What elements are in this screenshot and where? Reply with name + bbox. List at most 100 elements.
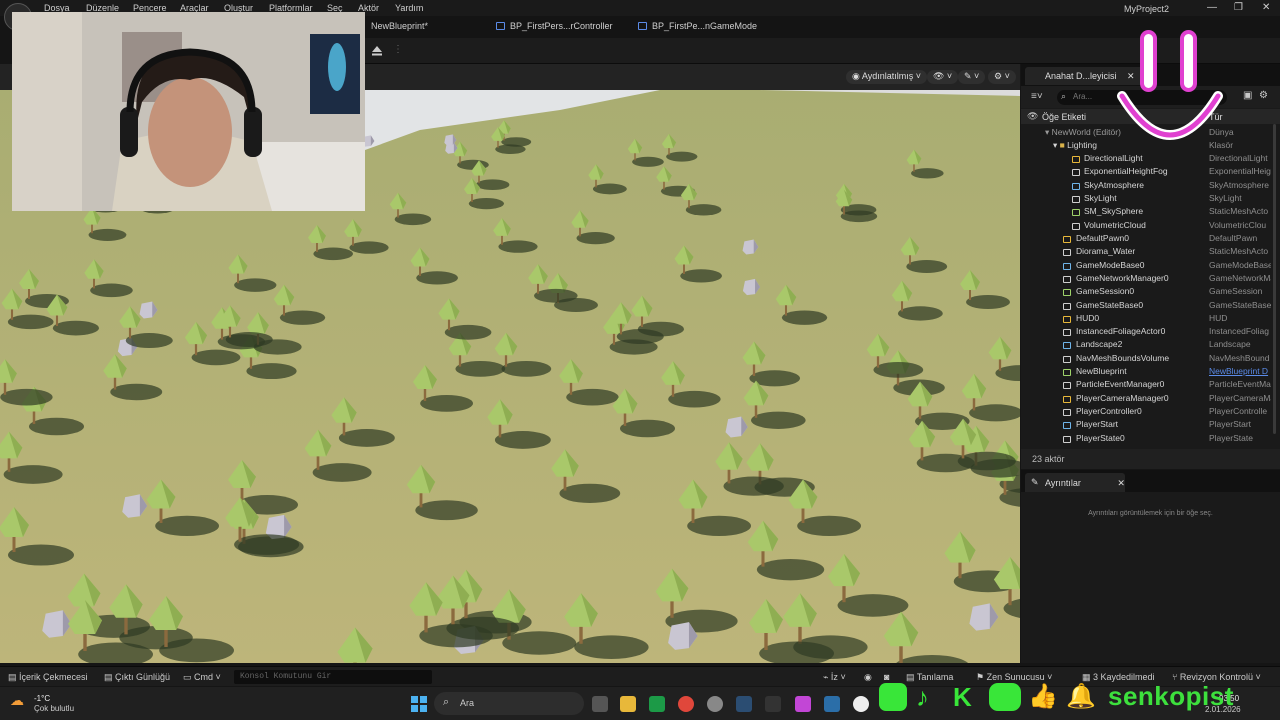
outliner-row-type: GameNetworkMa: [1209, 272, 1271, 283]
actor-icon: [1063, 329, 1071, 337]
outliner-row[interactable]: SkyLight SkyLight: [1021, 193, 1273, 206]
viewport-settings-button[interactable]: ⚙ ˅: [988, 70, 1016, 84]
weather-desc[interactable]: Çok bulutlu: [34, 704, 74, 713]
outliner-row-type: ExponentialHeig: [1209, 166, 1271, 177]
github-icon[interactable]: [707, 696, 723, 712]
diagnostics-button[interactable]: ▤ Tanılama: [906, 672, 953, 683]
file-explorer-icon[interactable]: [620, 696, 636, 712]
outliner-row[interactable]: ExponentialHeightFog ExponentialHeig: [1021, 166, 1273, 179]
tab-details[interactable]: ✎ Ayrıntılar ✕: [1025, 473, 1125, 492]
outliner-row-type: VolumetricClou: [1209, 219, 1267, 230]
actor-icon: [1072, 156, 1080, 163]
bell-icon: 🔔: [1066, 683, 1096, 710]
outliner-row[interactable]: DefaultPawn0 DefaultPawn: [1021, 233, 1273, 246]
actor-icon: [1063, 369, 1071, 377]
store-icon[interactable]: [649, 696, 665, 712]
outliner-row[interactable]: PlayerState0 PlayerState: [1021, 433, 1273, 446]
youtube-icon: [989, 683, 1021, 711]
content-drawer-button[interactable]: ▤ İçerik Çekmecesi: [8, 672, 88, 683]
task-view-icon[interactable]: [592, 696, 608, 712]
outliner-row[interactable]: NavMeshBoundsVolume NavMeshBound: [1021, 353, 1273, 366]
tab-bp-firstperson-controller[interactable]: BP_FirstPers...rController: [496, 21, 613, 31]
outliner-row-name: InstancedFoliageActor0: [1076, 326, 1166, 337]
outliner-row[interactable]: HUD0 HUD: [1021, 313, 1273, 326]
close-window-button[interactable]: ✕: [1262, 2, 1270, 13]
taskbar-search-input[interactable]: ⌕ Ara: [434, 692, 584, 715]
outliner-row-type: InstancedFoliag: [1209, 326, 1270, 337]
blueprint-icon: [638, 22, 647, 30]
outliner-row[interactable]: Diorama_Water StaticMeshActo: [1021, 246, 1273, 259]
weather-temp[interactable]: -1°C: [34, 694, 50, 703]
outliner-row-type: StaticMeshActo: [1209, 246, 1269, 257]
outliner-row[interactable]: SkyAtmosphere SkyAtmosphere: [1021, 180, 1273, 193]
details-header: ✎ Ayrıntılar ✕: [1021, 470, 1280, 492]
search-icon: ⌕: [443, 696, 450, 708]
brand-name: senkopist: [1108, 681, 1234, 711]
outliner-row[interactable]: PlayerController0 PlayerControlle: [1021, 406, 1273, 419]
cmd-dropdown[interactable]: ▭ Cmd ˅: [183, 672, 221, 683]
outliner-row[interactable]: GameSession0 GameSession: [1021, 286, 1273, 299]
outliner-row-name: GameNetworkManager0: [1076, 272, 1169, 283]
windows-start-icon[interactable]: [411, 696, 427, 712]
outliner-row[interactable]: PlayerCameraManager0 PlayerCameraMa: [1021, 393, 1273, 406]
actor-icon: [1063, 355, 1071, 363]
lighting-mode-dropdown[interactable]: ◉ Aydınlatılmış ˅: [846, 70, 927, 84]
outliner-row-type: NavMeshBound: [1209, 352, 1270, 363]
outliner-row-type: PlayerState: [1209, 432, 1253, 443]
record-icon[interactable]: ◉: [864, 672, 872, 683]
outliner-row-name: PlayerController0: [1076, 406, 1142, 417]
outliner-row[interactable]: ParticleEventManager0 ParticleEventMa: [1021, 379, 1273, 392]
kick-icon: K: [953, 682, 972, 712]
maximize-button[interactable]: ❐: [1234, 2, 1243, 13]
outliner-row[interactable]: InstancedFoliageActor0 InstancedFoliag: [1021, 326, 1273, 339]
actor-icon: [1072, 222, 1080, 230]
outliner-row[interactable]: Landscape2 Landscape: [1021, 339, 1273, 352]
outliner-row-type: SkyLight: [1209, 192, 1242, 203]
actor-icon: [1063, 382, 1071, 390]
outliner-row[interactable]: NewBlueprint NewBlueprint D: [1021, 366, 1273, 379]
actor-icon: [1063, 342, 1071, 350]
outliner-row-name: GameSession0: [1076, 286, 1135, 297]
filter-icon[interactable]: ≡˅: [1031, 91, 1043, 102]
close-tab-icon[interactable]: ✕: [1117, 478, 1125, 488]
tab-newblueprint[interactable]: NewBlueprint*: [371, 21, 428, 31]
outliner-row[interactable]: GameModeBase0 GameModeBase: [1021, 260, 1273, 273]
column-item-label[interactable]: Öğe Etiketi: [1042, 112, 1086, 122]
settings-gear-icon[interactable]: ⚙: [1259, 90, 1268, 101]
outliner-scrollbar[interactable]: [1273, 124, 1276, 434]
outliner-row[interactable]: SM_SkySphere StaticMeshActo: [1021, 206, 1273, 219]
outliner-row-type: DefaultPawn: [1209, 232, 1258, 243]
show-flags-button[interactable]: 👁 ˅: [927, 70, 959, 84]
output-log-button[interactable]: ▤ Çıktı Günlüğü: [104, 672, 170, 683]
minimize-button[interactable]: —: [1207, 2, 1217, 13]
eject-icon[interactable]: [371, 45, 383, 56]
outliner-row-type: NewBlueprint D: [1209, 366, 1269, 377]
trace-dropdown[interactable]: ⌁ İz ˅: [823, 672, 846, 683]
outliner-row[interactable]: VolumetricCloud VolumetricClou: [1021, 220, 1273, 233]
actor-icon: [1063, 422, 1071, 430]
outliner-row-type: PlayerControlle: [1209, 406, 1268, 417]
camera-icon[interactable]: ◙: [884, 672, 889, 682]
actor-icon: [1072, 169, 1080, 177]
chrome-icon[interactable]: [678, 696, 694, 712]
console-input[interactable]: Konsol Komutunu Gir: [234, 670, 432, 684]
outliner-row[interactable]: GameStateBase0 GameStateBase: [1021, 300, 1273, 313]
outliner-row[interactable]: GameNetworkManager0 GameNetworkMa: [1021, 273, 1273, 286]
outliner-row-type: GameStateBase: [1209, 299, 1271, 310]
menu-help[interactable]: Yardım: [395, 3, 423, 13]
steam-alt-icon[interactable]: [824, 696, 840, 712]
add-folder-icon[interactable]: ▣: [1243, 90, 1252, 101]
visibility-eye-icon[interactable]: 👁: [1027, 111, 1038, 122]
visualizer-button[interactable]: ✎ ˅: [958, 70, 986, 84]
outliner-row-name: GameModeBase0: [1076, 259, 1145, 270]
folder-icon: ■: [1059, 140, 1065, 150]
outliner-row-name: Landscape2: [1076, 339, 1123, 350]
outliner-row[interactable]: PlayerStart PlayerStart: [1021, 419, 1273, 432]
steam-icon[interactable]: [736, 696, 752, 712]
epic-games-icon[interactable]: [765, 696, 781, 712]
zen-server-button[interactable]: ⚑ Zen Sunucusu ˅: [976, 672, 1052, 683]
unreal-engine-icon[interactable]: [853, 696, 869, 712]
outliner-row-type: Landscape: [1209, 339, 1251, 350]
tab-bp-firstperson-gamemode[interactable]: BP_FirstPe...nGameMode: [638, 21, 757, 31]
twitch-app-icon[interactable]: [795, 696, 811, 712]
